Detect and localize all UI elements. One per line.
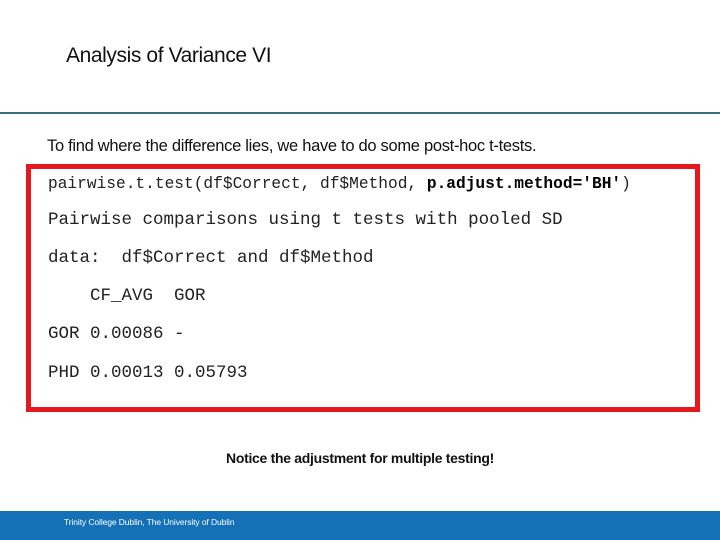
output-header-line: Pairwise comparisons using t tests with … [48,210,563,230]
title-divider [0,112,720,114]
output-data-line: data: df$Correct and df$Method [48,248,374,268]
r-command-line: pairwise.t.test(df$Correct, df$Method, p… [48,176,631,192]
output-row-phd: PHD 0.00013 0.05793 [48,363,248,383]
footer-bar: Trinity College Dublin, The University o… [0,511,720,540]
r-command-plain: pairwise.t.test(df$Correct, df$Method, [48,175,427,193]
output-row-gor: GOR 0.00086 - [48,324,185,344]
r-command-close: ) [621,175,631,193]
note-text: Notice the adjustment for multiple testi… [226,450,494,466]
footer-institution-text: Trinity College Dublin, The University o… [64,517,235,527]
intro-text: To find where the difference lies, we ha… [47,137,537,155]
r-command-adjust-arg: p.adjust.method='BH' [426,175,622,193]
output-column-header: CF_AVG GOR [48,286,206,306]
slide-title: Analysis of Variance VI [66,44,272,67]
